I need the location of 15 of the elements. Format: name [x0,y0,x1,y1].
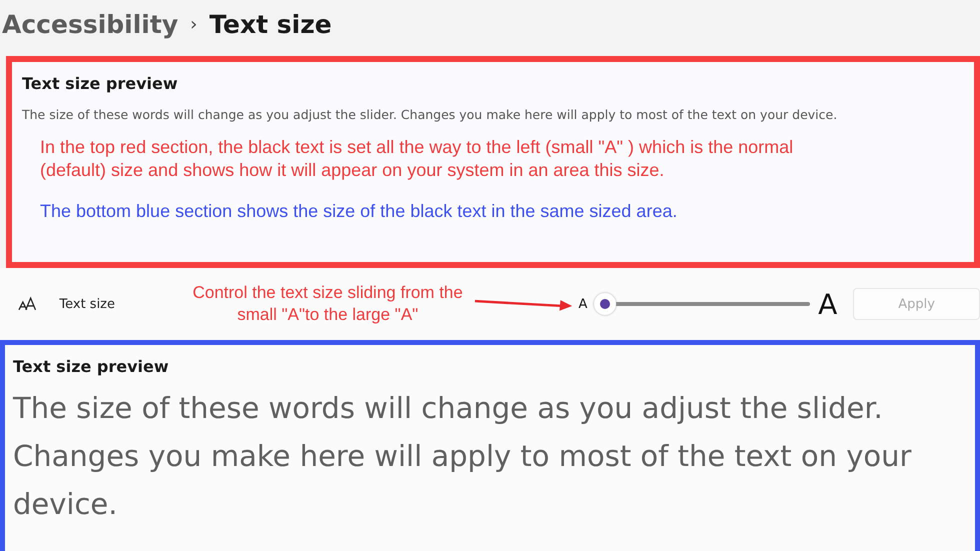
setting-label: Text size [59,296,116,312]
large-a-label: A [818,288,838,320]
annotation-text: In the top red section, the black text is set all the way to the left (small "A" ) which is the normal (default) size and shows how it will appear on your system in an area this size. [39,136,794,182]
annotation-text: The bottom blue section shows the size of the black text in the same sized area. [39,200,678,223]
slider-thumb[interactable] [594,293,616,315]
text-size-slider[interactable] [594,293,810,315]
preview-title: Text size preview [22,74,179,93]
small-a-label: A [578,296,588,312]
preview-text: The size of these words will change as you adjust the slider. Changes you make here will apply to most of the text on your device. [13,390,912,523]
preview-title: Text size preview [13,357,170,376]
preview-text: The size of these words will change as you adjust the slider. Changes you make here will apply to most of the text on your device. [22,107,838,122]
page-title: Text size [209,10,332,38]
breadcrumb-link[interactable]: Accessibility [2,10,178,38]
annotation-text: Control the text size sliding from the small "A"to the large "A" [192,282,464,326]
breadcrumb-separator: › [190,14,198,34]
